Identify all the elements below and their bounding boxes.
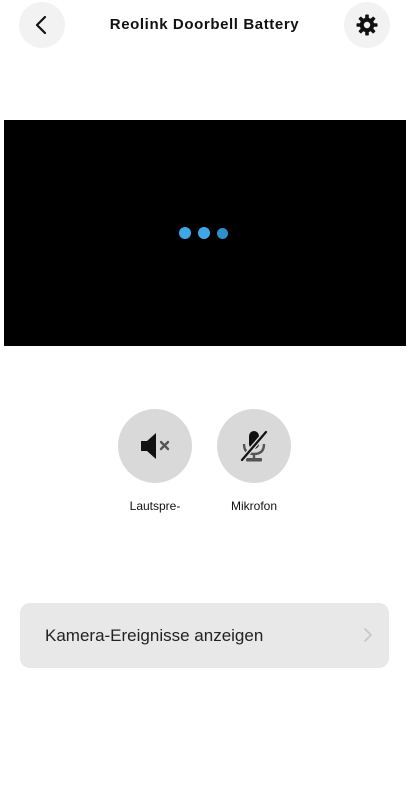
speaker-button[interactable] <box>118 409 192 483</box>
speaker-label: Lautspre- <box>129 499 181 513</box>
chevron-right-icon <box>364 628 372 642</box>
loading-indicator <box>179 227 228 239</box>
speaker-control: Lautspre- <box>115 409 195 513</box>
microphone-off-icon <box>239 429 269 463</box>
loading-dot <box>198 227 210 239</box>
loading-dot <box>217 227 228 239</box>
video-feed[interactable] <box>4 120 406 346</box>
header: Reolink Doorbell Battery <box>0 0 409 58</box>
camera-events-button[interactable]: Kamera-Ereignisse anzeigen <box>20 603 389 668</box>
gear-icon <box>356 14 378 36</box>
settings-button[interactable] <box>344 2 390 48</box>
speaker-muted-icon <box>141 433 170 459</box>
mic-control: Mikrofon <box>214 409 294 513</box>
mic-button[interactable] <box>217 409 291 483</box>
mic-label: Mikrofon <box>230 499 277 513</box>
camera-events-label: Kamera-Ereignisse anzeigen <box>45 626 264 645</box>
loading-dot <box>179 227 191 239</box>
